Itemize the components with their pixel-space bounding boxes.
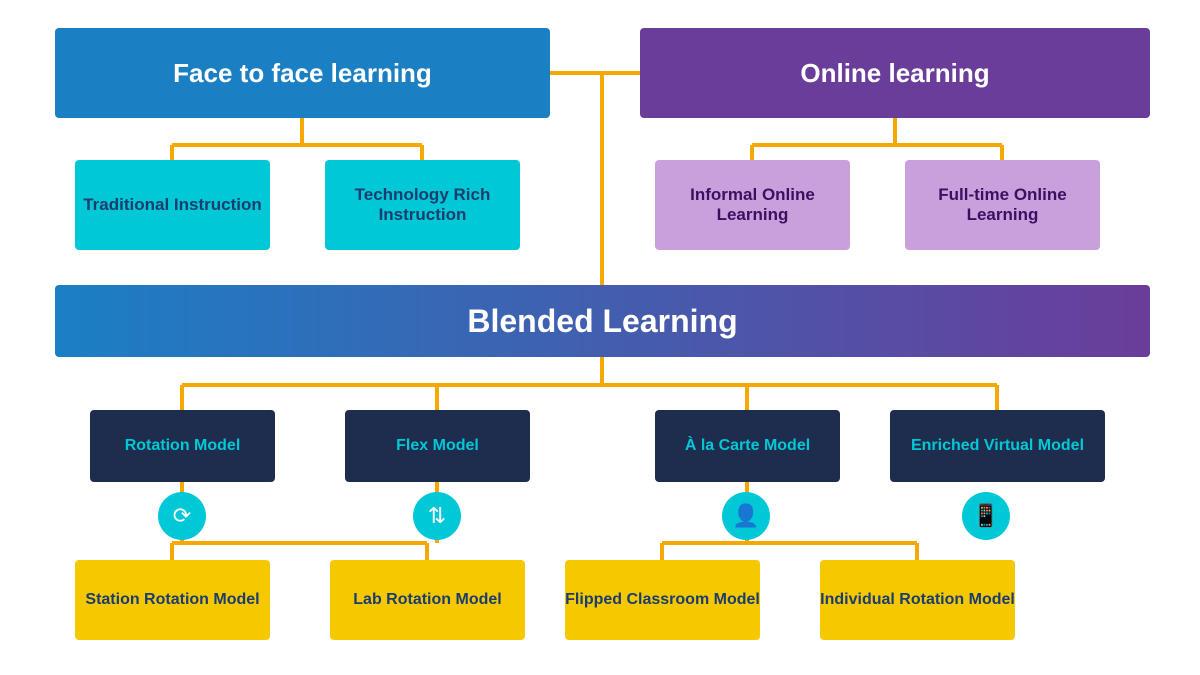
flipped-classroom-label: Flipped Classroom Model xyxy=(565,591,760,609)
enriched-virtual-node: Enriched Virtual Model xyxy=(890,410,1105,482)
station-rotation-label: Station Rotation Model xyxy=(85,591,259,609)
diagram: Face to face learning Online learning Tr… xyxy=(0,0,1200,675)
station-rotation-node: Station Rotation Model xyxy=(75,560,270,640)
tech-rich-node: Technology Rich Instruction xyxy=(325,160,520,250)
enriched-icon: 📱 xyxy=(962,492,1010,540)
fulltime-online-node: Full-time Online Learning xyxy=(905,160,1100,250)
rotation-icon: ⟳ xyxy=(158,492,206,540)
rotation-model-label: Rotation Model xyxy=(125,437,241,455)
lab-rotation-label: Lab Rotation Model xyxy=(353,591,501,609)
lab-rotation-node: Lab Rotation Model xyxy=(330,560,525,640)
blended-learning-node: Blended Learning xyxy=(55,285,1150,357)
enriched-virtual-label: Enriched Virtual Model xyxy=(911,437,1084,455)
informal-online-node: Informal Online Learning xyxy=(655,160,850,250)
flipped-classroom-node: Flipped Classroom Model xyxy=(565,560,760,640)
ala-carte-icon-node: 👤 xyxy=(722,492,770,540)
online-learning-node: Online learning xyxy=(640,28,1150,118)
traditional-label: Traditional Instruction xyxy=(83,195,262,215)
individual-rotation-node: Individual Rotation Model xyxy=(820,560,1015,640)
tech-rich-label: Technology Rich Instruction xyxy=(325,185,520,225)
flex-icon: ⇅ xyxy=(413,492,461,540)
rotation-icon-node: ⟳ xyxy=(158,492,206,540)
flex-icon-node: ⇅ xyxy=(413,492,461,540)
blended-learning-label: Blended Learning xyxy=(467,303,737,340)
ala-carte-icon: 👤 xyxy=(722,492,770,540)
informal-online-label: Informal Online Learning xyxy=(655,185,850,225)
individual-rotation-label: Individual Rotation Model xyxy=(820,591,1015,609)
ala-carte-label: À la Carte Model xyxy=(685,437,810,455)
face-to-face-node: Face to face learning xyxy=(55,28,550,118)
flex-model-label: Flex Model xyxy=(396,437,479,455)
online-learning-label: Online learning xyxy=(800,58,989,89)
face-to-face-label: Face to face learning xyxy=(173,58,432,89)
ala-carte-node: À la Carte Model xyxy=(655,410,840,482)
rotation-model-node: Rotation Model xyxy=(90,410,275,482)
flex-model-node: Flex Model xyxy=(345,410,530,482)
enriched-icon-node: 📱 xyxy=(962,492,1010,540)
fulltime-online-label: Full-time Online Learning xyxy=(905,185,1100,225)
traditional-node: Traditional Instruction xyxy=(75,160,270,250)
